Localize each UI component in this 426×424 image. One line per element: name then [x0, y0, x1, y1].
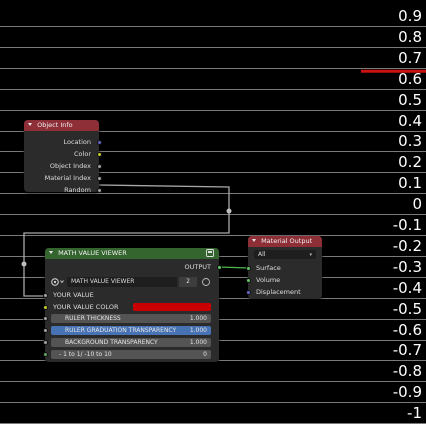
float-socket-icon[interactable] — [42, 316, 48, 321]
input-displacement: Displacement — [245, 286, 322, 298]
float-socket-icon[interactable] — [96, 163, 102, 169]
input-volume: Volume — [245, 274, 322, 286]
value-color-swatch[interactable] — [133, 303, 211, 311]
shader-socket-icon[interactable] — [216, 264, 222, 270]
collapse-arrow-icon[interactable] — [28, 122, 32, 126]
material-output-node[interactable]: Material Output All ▾ Surface Volume Dis… — [245, 236, 322, 299]
float-socket-icon[interactable] — [96, 187, 102, 193]
node-editor-canvas[interactable]: 0.9 0.8 0.7 0.6 0.5 0.4 0.3 0.2 0.1 0 -0.1 -0.2 -0.3… — [0, 0, 426, 424]
float-socket-icon[interactable] — [42, 328, 48, 333]
collapse-arrow-icon[interactable] — [252, 238, 256, 242]
shader-socket-icon[interactable] — [245, 265, 251, 271]
math-viewer-title: MATH VALUE VIEWER — [58, 249, 127, 257]
input-your-value: YOUR VALUE — [42, 289, 219, 301]
math-viewer-header[interactable]: MATH VALUE VIEWER — [45, 248, 219, 259]
background-transparency-field[interactable]: BACKGROUND TRANSPARENCY 1.000 — [42, 338, 211, 347]
math-value-viewer-node[interactable]: MATH VALUE VIEWER OUTPUT MATH VALUE VIEW… — [42, 248, 222, 362]
wire-output-to-surface — [218, 266, 249, 269]
input-surface: Surface — [245, 262, 322, 274]
reroute-node — [21, 261, 27, 267]
float-socket-icon[interactable] — [96, 175, 102, 181]
int-socket-icon[interactable] — [42, 352, 48, 357]
output-object-index: Object Index — [24, 160, 102, 172]
color-socket-icon[interactable] — [42, 304, 48, 310]
reroute-node — [226, 208, 232, 214]
target-select[interactable]: All ▾ — [254, 250, 316, 259]
user-count-button[interactable]: 2 — [179, 277, 197, 287]
group-name-field[interactable]: MATH VALUE VIEWER — [67, 277, 177, 287]
fake-user-shield-icon[interactable] — [201, 277, 211, 287]
shader-socket-icon[interactable] — [245, 277, 251, 283]
object-info-header[interactable]: Object Info — [24, 120, 99, 131]
object-info-title: Object Info — [37, 121, 73, 129]
node-group-icon — [206, 249, 214, 257]
object-info-node[interactable]: Object Info Location Color Object Index … — [24, 120, 102, 194]
collapse-arrow-icon[interactable] — [49, 250, 53, 254]
vector-socket-icon[interactable] — [96, 139, 102, 145]
float-socket-icon[interactable] — [42, 340, 48, 345]
color-socket-icon[interactable] — [96, 151, 102, 157]
output-row: OUTPUT — [45, 261, 222, 273]
range-mode-field[interactable]: - 1 to 1/ -10 to 10 0 — [42, 350, 211, 359]
input-your-value-color: YOUR VALUE COLOR — [42, 301, 219, 313]
node-tree-icon[interactable] — [51, 277, 65, 287]
material-output-title: Material Output — [261, 237, 313, 245]
output-location: Location — [24, 136, 102, 148]
output-color: Color — [24, 148, 102, 160]
ruler-graduation-transparency-field[interactable]: RULER GRADUATION TRANSPARENCY 1.000 — [42, 326, 211, 335]
output-random: Random — [24, 184, 102, 196]
output-material-index: Material Index — [24, 172, 102, 184]
ruler-thickness-field[interactable]: RULER THICKNESS 1.000 — [42, 314, 211, 323]
chevron-down-icon: ▾ — [309, 252, 312, 258]
float-socket-icon[interactable] — [42, 292, 48, 298]
node-group-selector[interactable]: MATH VALUE VIEWER 2 — [51, 277, 211, 287]
material-output-header[interactable]: Material Output — [248, 236, 322, 247]
vector-socket-icon[interactable] — [245, 289, 251, 295]
